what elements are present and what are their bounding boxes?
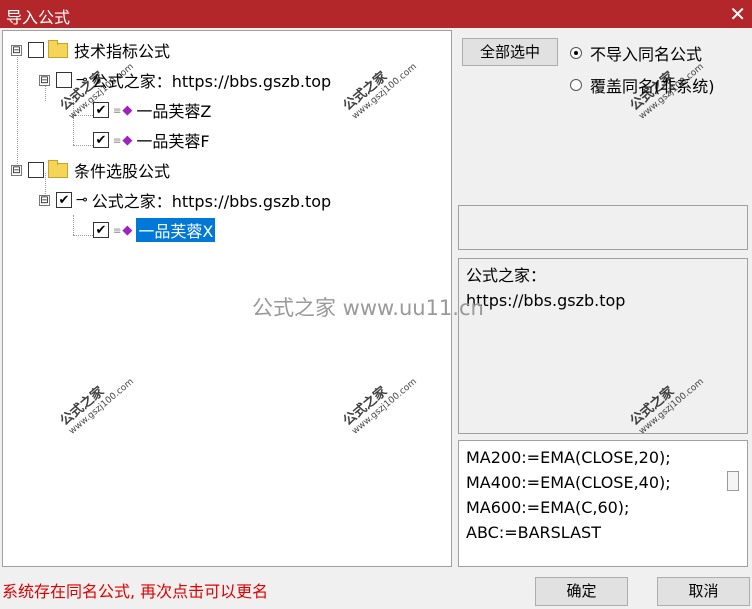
checkbox-checked[interactable]: ✔ [93,102,109,118]
radio-unselected-icon[interactable] [570,79,582,91]
code-line: MA600:=EMA(C,60); [466,498,630,517]
tree-line [73,235,93,236]
formula-gem-icon: ◆ [113,223,132,238]
tree-line [73,145,93,146]
scrollbar-thumb[interactable] [727,471,739,491]
tree-group-label: 条件选股公式 [74,162,171,181]
checkbox-checked[interactable]: ✔ [93,222,109,238]
key-icon: ⊸ [76,192,88,208]
info-line: 公式之家： [466,266,547,285]
status-message: 系统存在同名公式, 再次点击可以更名 [2,582,269,601]
empty-panel [458,205,748,250]
info-line: https://bbs.gszb.top [466,291,626,310]
cancel-button[interactable]: 取消 [657,577,750,606]
tree-source-label: 公式之家：https://bbs.gszb.top [91,192,332,211]
close-icon[interactable]: ✕ [729,2,746,26]
collapse-icon[interactable]: ⊟ [11,164,22,176]
formula-gem-icon: ◆ [113,133,132,148]
title-bar: 导入公式 ✕ [0,0,752,28]
tree-item-label: 一品芙蓉F [136,132,210,151]
checkbox-checked[interactable]: ✔ [93,132,109,148]
window-title: 导入公式 [6,8,71,27]
radio-selected-icon[interactable] [570,47,582,59]
folder-icon [48,159,68,178]
select-all-button[interactable]: 全部选中 [462,38,558,66]
tree-source-node[interactable]: ⊟ ✔ ⊸ 公式之家：https://bbs.gszb.top [39,188,331,212]
info-panel: 公式之家： https://bbs.gszb.top [458,258,748,434]
tree-line [73,215,74,235]
tree-item[interactable]: ✔ ◆ 一品芙蓉F [93,128,210,152]
collapse-icon[interactable]: ⊟ [39,194,50,206]
tree-group-technical[interactable]: ⊟ 技术指标公式 [11,38,170,62]
tree-item[interactable]: ✔ ◆ 一品芙蓉Z [93,98,211,122]
collapse-icon[interactable]: ⊟ [11,44,22,56]
checkbox-checked[interactable]: ✔ [56,192,72,208]
code-preview[interactable]: MA200:=EMA(CLOSE,20); MA400:=EMA(CLOSE,4… [458,440,748,567]
formula-gem-icon: ◆ [113,103,132,118]
tree-item[interactable]: ✔ ◆ 一品芙蓉X [93,218,216,242]
code-line: MA400:=EMA(CLOSE,40); [466,473,671,492]
ok-button[interactable]: 确定 [535,577,628,606]
code-line: ABC:=BARSLAST [466,523,601,542]
tree-line [17,57,18,172]
checkbox[interactable] [28,42,44,58]
tree-item-label: 一品芙蓉Z [136,102,212,121]
tree-group-screening[interactable]: ⊟ 条件选股公式 [11,158,170,182]
folder-icon [48,39,68,58]
checkbox[interactable] [28,162,44,178]
watermark-center: 公式之家 www.uu11.cn [252,296,484,320]
tree-item-label-selected: 一品芙蓉X [136,218,216,242]
collapse-icon[interactable]: ⊟ [39,74,50,86]
code-line: MA200:=EMA(CLOSE,20); [466,448,671,467]
